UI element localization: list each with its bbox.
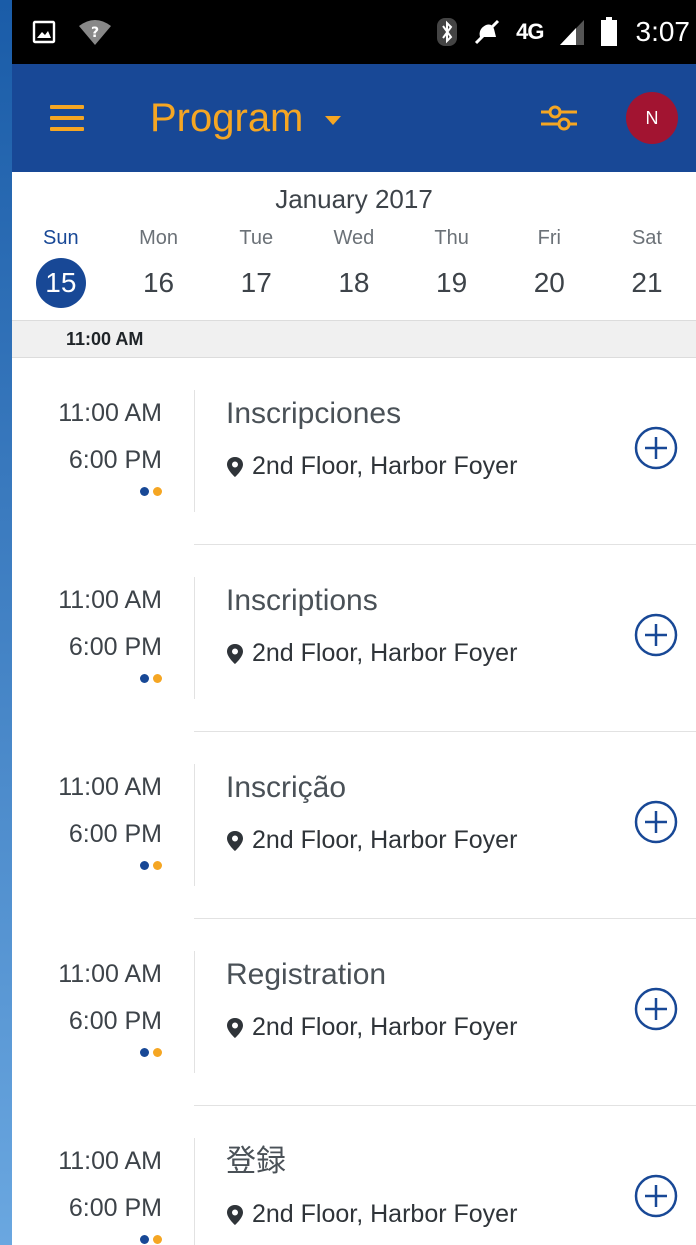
month-label: January 2017 [275,184,433,214]
bluetooth-icon [436,17,458,47]
session-title: Registration [226,958,387,991]
status-bar: ? 4G 3:07 [12,0,696,64]
location-pin-icon [226,1204,244,1226]
session-start-time: 11:00 AM [58,1147,162,1175]
window-frame [0,0,12,1245]
session-title: 登録 [226,1145,286,1178]
track-dots [140,1048,162,1057]
day-name: Tue [239,227,274,249]
track-dots [140,1235,162,1244]
signal-icon [558,18,586,46]
day-name: Sat [631,227,662,249]
add-to-schedule-icon[interactable] [634,800,678,844]
day-name: Sun [43,227,79,249]
caret-down-icon [325,115,342,125]
session-row[interactable]: 11:00 AM 6:00 PM Registration 2nd Floor,… [12,919,696,1106]
location-pin-icon [226,830,244,852]
session-row[interactable]: 11:00 AM 6:00 PM Inscriptions 2nd Floor,… [12,545,696,732]
day-name: Wed [333,227,375,249]
session-title: Inscriptions [226,584,378,617]
day-number-selected: 15 [35,258,86,308]
gallery-icon [32,20,56,44]
day-name: Mon [139,227,178,249]
clock-time: 3:07 [635,16,691,47]
location-pin-icon [226,456,244,478]
session-title: Inscripciones [226,397,402,430]
day-number: 17 [240,267,272,298]
day-number: 16 [142,267,175,298]
session-row[interactable]: 11:00 AM 6:00 PM Inscripciones 2nd Floor… [12,358,696,545]
day-fri[interactable]: Fri 20 [500,218,598,308]
track-dots [140,674,162,683]
network-type-icon: 4G [516,19,544,44]
program-dropdown[interactable]: Program [150,95,342,141]
session-row[interactable]: 11:00 AM 6:00 PM Inscrição 2nd Floor, Ha… [12,732,696,919]
week-strip: Sun 15 Mon 16 Tue 17 Wed 18 Thu 19 Fri 2… [12,218,696,308]
session-start-time: 11:00 AM [58,399,162,427]
session-row[interactable]: 11:00 AM 6:00 PM 登録 2nd Floor, Harbor Fo… [12,1106,696,1245]
add-to-schedule-icon[interactable] [634,613,678,657]
session-start-time: 11:00 AM [58,773,162,801]
day-thu[interactable]: Thu 19 [403,218,501,308]
mute-icon [472,17,502,47]
add-to-schedule-icon[interactable] [634,426,678,470]
add-to-schedule-icon[interactable] [634,987,678,1031]
location-pin-icon [226,1017,244,1039]
session-start-time: 11:00 AM [58,960,162,988]
day-number: 20 [533,267,565,298]
session-end-time: 6:00 PM [68,1194,162,1222]
session-end-time: 6:00 PM [68,820,162,848]
day-number: 19 [436,267,468,298]
session-end-time: 6:00 PM [68,633,162,661]
page-title: Program [150,95,304,140]
app-screen: ? 4G 3:07 Program N January 2017 Sun 15 … [12,0,696,1245]
day-sun[interactable]: Sun 15 [12,218,110,308]
wifi-question-icon: ? [78,18,112,46]
day-mon[interactable]: Mon 16 [110,218,208,308]
day-name: Thu [434,227,469,249]
day-tue[interactable]: Tue 17 [207,218,305,308]
session-start-time: 11:00 AM [58,586,162,614]
day-number: 21 [631,267,663,298]
session-end-time: 6:00 PM [68,1007,162,1035]
battery-icon [600,17,618,47]
session-location: 2nd Floor, Harbor Foyer [252,1013,518,1041]
day-name: Fri [537,227,561,249]
session-location: 2nd Floor, Harbor Foyer [252,826,518,854]
filter-sliders-icon[interactable] [536,95,582,141]
hamburger-menu-icon[interactable] [50,105,84,131]
session-title: Inscrição [226,771,347,804]
session-list: 11:00 AM 6:00 PM Inscripciones 2nd Floor… [12,358,696,1245]
track-dots [140,861,162,870]
session-location: 2nd Floor, Harbor Foyer [252,639,518,667]
avatar[interactable]: N [626,92,678,144]
session-end-time: 6:00 PM [68,446,162,474]
session-location: 2nd Floor, Harbor Foyer [252,452,518,480]
day-wed[interactable]: Wed 18 [305,218,403,308]
time-group-header: 11:00 AM [12,320,696,358]
location-pin-icon [226,643,244,665]
svg-text:?: ? [91,25,99,41]
app-bar: Program N [12,64,696,172]
day-sat[interactable]: Sat 21 [598,218,696,308]
add-to-schedule-icon[interactable] [634,1174,678,1218]
day-number: 18 [338,267,370,298]
session-location: 2nd Floor, Harbor Foyer [252,1200,518,1228]
track-dots [140,487,162,496]
